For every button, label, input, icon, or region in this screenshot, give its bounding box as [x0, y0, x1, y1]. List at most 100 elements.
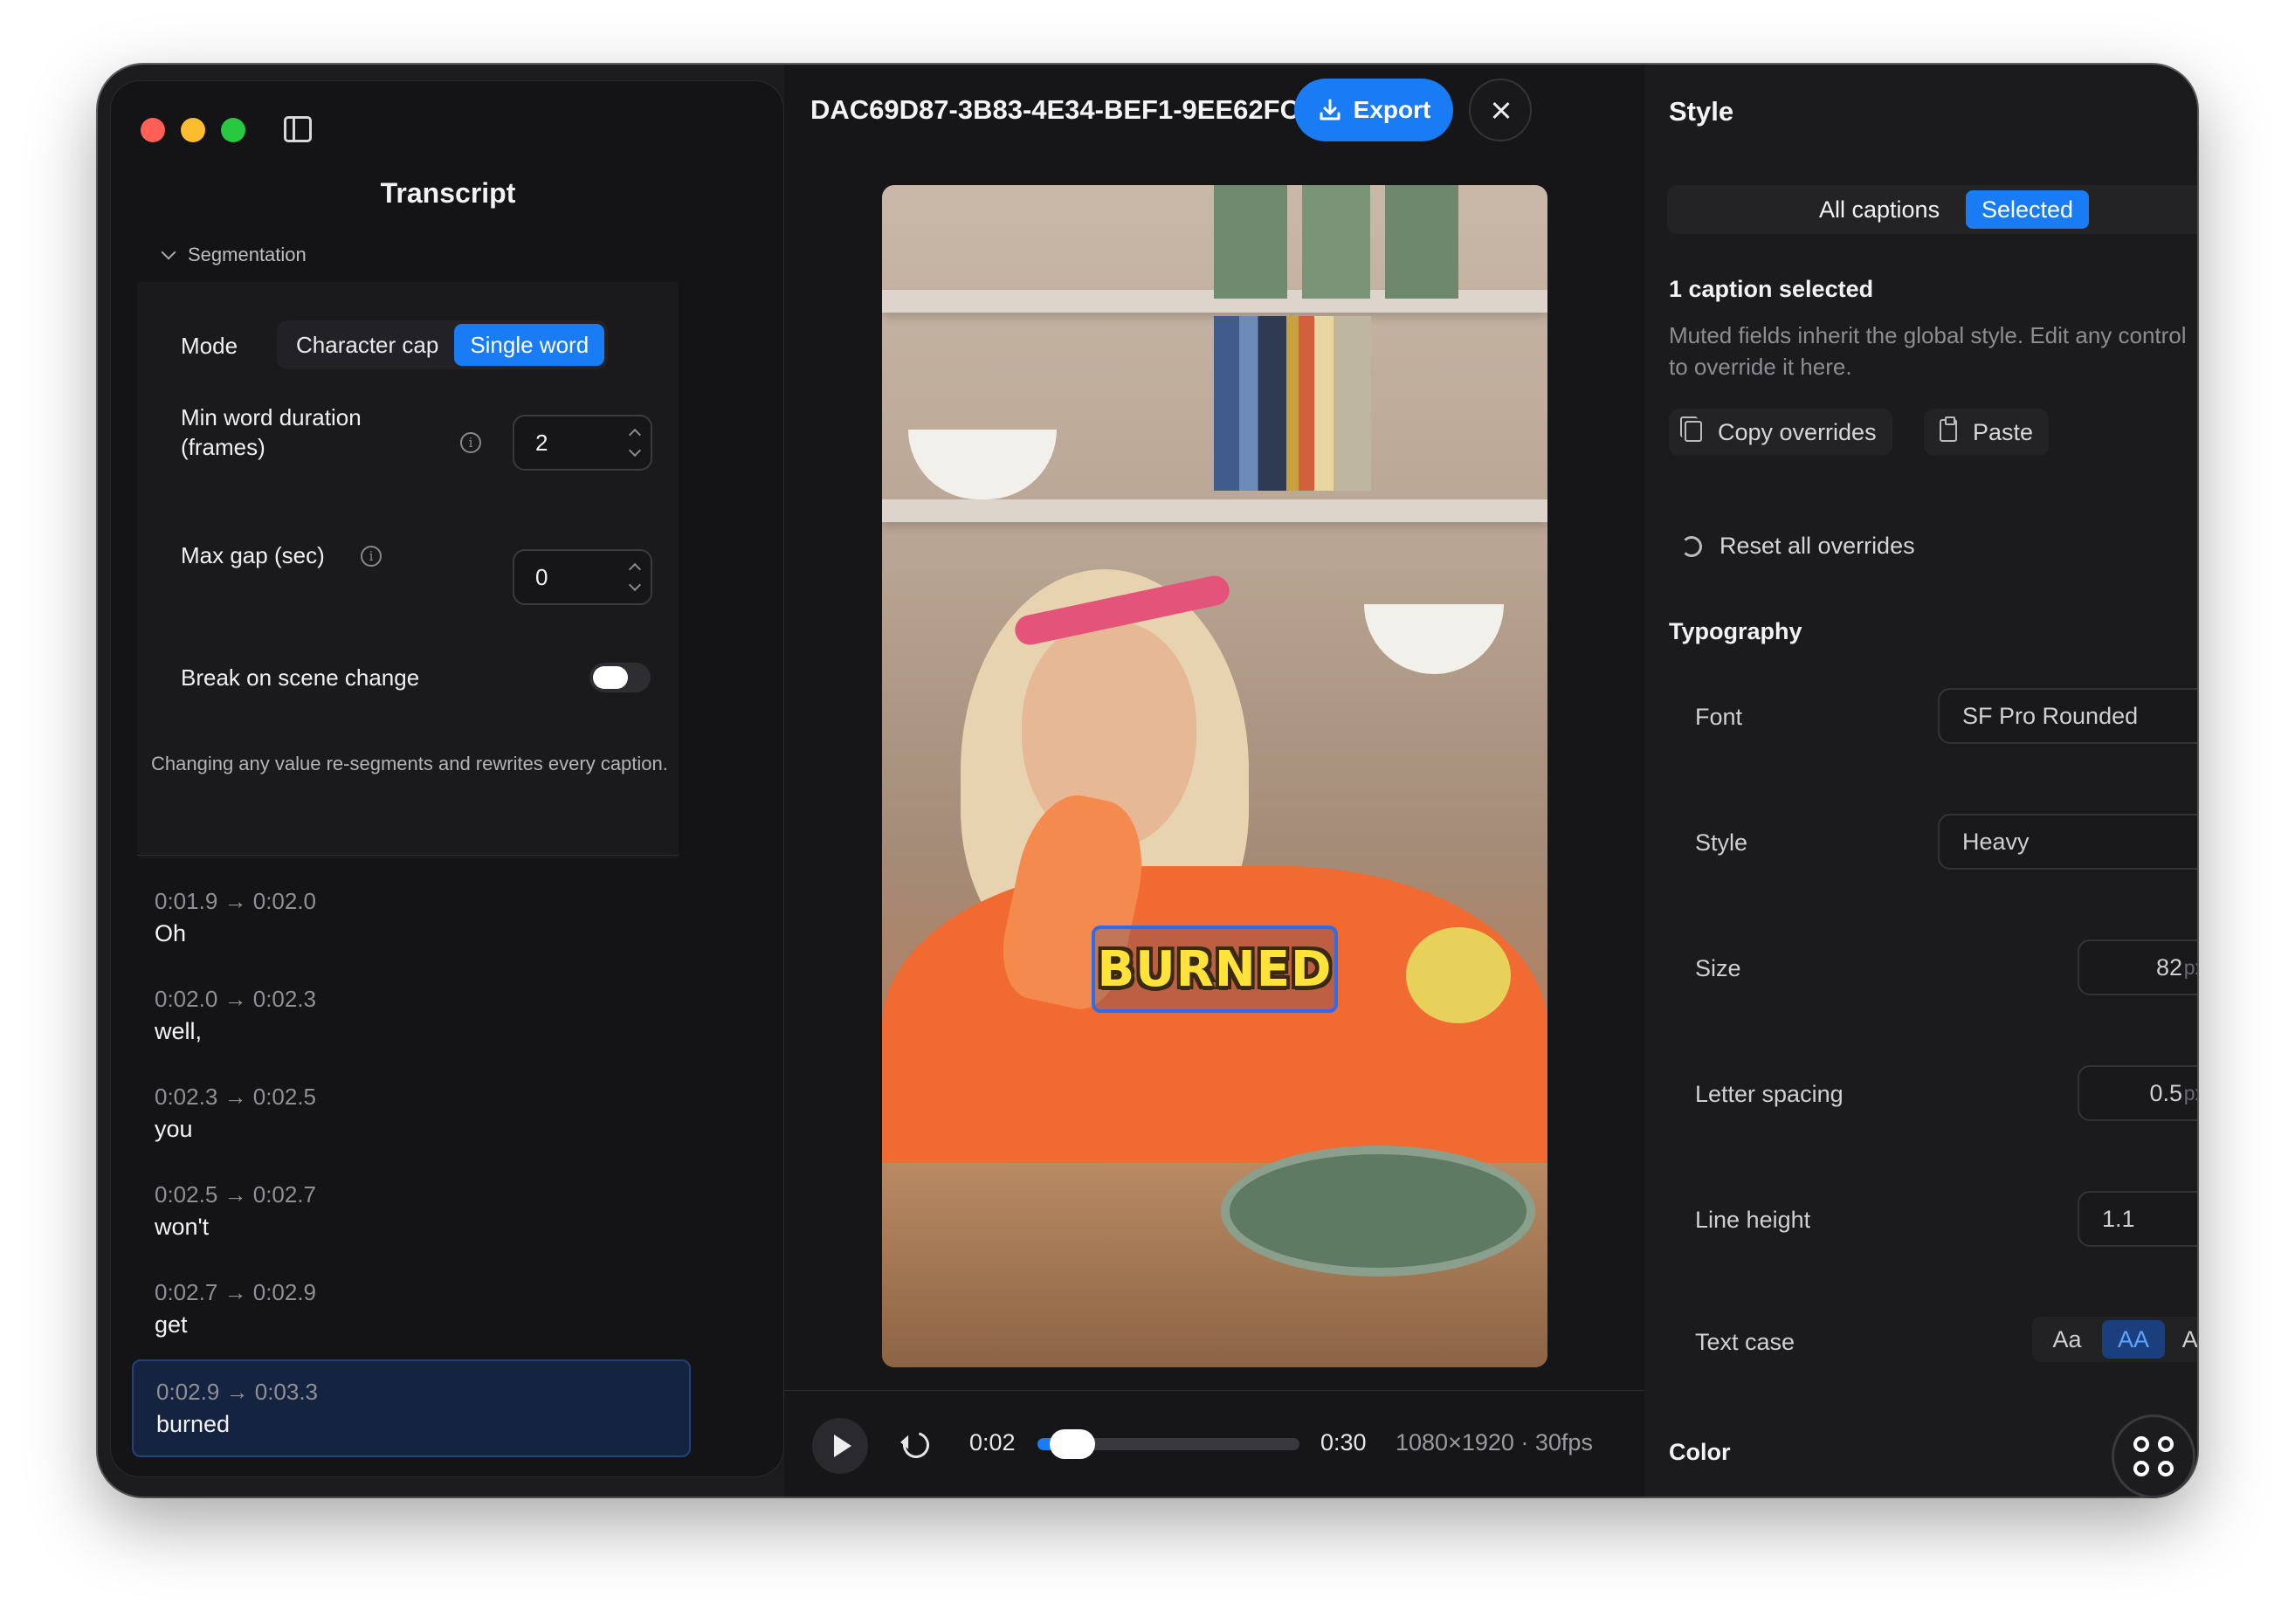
info-icon[interactable]: i — [361, 546, 382, 567]
command-icon — [2133, 1436, 2149, 1452]
command-icon-part — [2133, 1461, 2149, 1476]
caption-time: 0:02.0 → 0:02.3 — [155, 986, 317, 1012]
paste-button[interactable]: Paste — [1924, 409, 2050, 456]
break-scene-toggle[interactable] — [589, 663, 651, 692]
color-heading: Color — [1669, 1439, 1731, 1465]
transcript-sidebar: Transcript Segmentation Mode Character c… — [110, 80, 784, 1477]
size-value[interactable]: 82 — [2156, 941, 2182, 994]
mode-option-single-word[interactable]: Single word — [454, 324, 605, 366]
sidebar-toggle-icon[interactable] — [284, 116, 312, 142]
caption-list-item[interactable]: 0:02.7 → 0:02.9 get — [132, 1262, 691, 1359]
bowl — [908, 430, 1057, 499]
segmentation-header: Segmentation — [188, 244, 307, 265]
caption-list: 0:01.9 → 0:02.0 Oh 0:02.0 → 0:02.3 well, 0:0… — [132, 870, 691, 1476]
play-button[interactable] — [812, 1418, 868, 1474]
letter-spacing-unit: px — [2183, 1082, 2197, 1104]
scope-selected[interactable]: Selected — [1966, 190, 2090, 229]
caption-list-item[interactable]: 0:01.9 → 0:02.0 Oh — [132, 870, 691, 968]
copy-icon — [1680, 416, 1702, 442]
panel-title: Style — [1669, 96, 1734, 127]
max-gap-value[interactable]: 0 — [535, 551, 548, 603]
caption-word: burned — [156, 1411, 231, 1437]
style-label: Style — [1695, 829, 1748, 856]
line-height-label: Line height — [1695, 1207, 1811, 1233]
font-value: SF Pro Rounded — [1962, 703, 2139, 729]
letter-spacing-input[interactable]: 0.5 px — [2078, 1065, 2197, 1121]
max-gap-stepper[interactable]: 0 — [513, 549, 652, 605]
min-word-duration-label: Min word duration (frames) — [181, 403, 362, 462]
caption-list-item[interactable]: 0:02.9 → 0:03.3 burned — [132, 1359, 691, 1457]
text-case-option-title[interactable]: Aa — [2036, 1320, 2099, 1359]
caption-preview-text: BURNED — [1097, 940, 1333, 998]
text-case-option-sentence[interactable]: Aa. — [2168, 1320, 2197, 1359]
copy-overrides-label: Copy overrides — [1718, 419, 1877, 445]
caption-word: get — [155, 1311, 188, 1338]
reset-label: Reset all overrides — [1720, 533, 1915, 559]
style-panel: Style All captions Selected 1 caption se… — [1644, 65, 2197, 1497]
break-scene-label: Break on scene change — [181, 664, 420, 691]
caption-word: you — [155, 1116, 193, 1142]
line-height-value[interactable]: 1.1 — [2102, 1193, 2135, 1245]
font-label: Font — [1695, 704, 1743, 730]
segmentation-panel: Mode Character cap Single word Min word … — [137, 282, 679, 858]
pan — [1221, 1146, 1535, 1276]
reset-overrides-button[interactable]: Reset all overrides — [1681, 533, 1915, 560]
command-menu-button[interactable] — [2112, 1414, 2195, 1498]
scope-segmented-control: All captions Selected — [1667, 185, 2197, 234]
font-select[interactable]: SF Pro Rounded — [1938, 688, 2197, 744]
caption-time: 0:01.9 → 0:02.0 — [155, 888, 317, 914]
text-case-option-upper[interactable]: AA — [2102, 1320, 2165, 1359]
min-word-duration-stepper[interactable]: 2 — [513, 415, 652, 471]
app-window: Transcript Segmentation Mode Character c… — [98, 65, 2197, 1497]
max-gap-label: Max gap (sec) — [181, 542, 325, 568]
divider — [784, 1390, 1644, 1391]
typography-heading: Typography — [1669, 618, 1802, 644]
caption-list-item[interactable]: 0:02.0 → 0:02.3 well, — [132, 968, 691, 1066]
mode-label: Mode — [181, 333, 238, 359]
zoom-window-button[interactable] — [221, 118, 245, 142]
caption-overlay[interactable]: BURNED — [1092, 926, 1338, 1013]
text-case-segmented-control: Aa AA Aa. — [2032, 1317, 2197, 1362]
stepper-arrows-icon[interactable] — [628, 427, 642, 458]
scope-all-captions[interactable]: All captions — [1803, 190, 1955, 229]
command-icon-part — [2158, 1436, 2174, 1452]
replay-icon[interactable] — [898, 1427, 934, 1463]
line-height-input[interactable]: 1.1 — [2078, 1191, 2197, 1247]
info-icon[interactable]: i — [460, 432, 481, 453]
caption-list-item[interactable]: 0:02.5 → 0:02.7 won't — [132, 1164, 691, 1262]
text-case-label: Text case — [1695, 1329, 1795, 1355]
close-icon[interactable] — [1469, 79, 1532, 141]
size-input[interactable]: 82 px — [2078, 939, 2197, 995]
bowl — [1364, 604, 1504, 674]
min-word-duration-value[interactable]: 2 — [535, 416, 548, 469]
caption-time: 0:02.5 → 0:02.7 — [155, 1181, 317, 1208]
stepper-arrows-icon[interactable] — [628, 561, 642, 593]
copy-overrides-button[interactable]: Copy overrides — [1669, 409, 1892, 456]
close-window-button[interactable] — [141, 118, 165, 142]
mode-option-character-cap[interactable]: Character cap — [280, 324, 454, 366]
scrubber-knob[interactable] — [1050, 1429, 1095, 1459]
sidebar-title: Transcript — [380, 177, 516, 209]
min-word-duration-label-line1: Min word duration — [181, 404, 362, 430]
jars — [1214, 185, 1458, 299]
style-select[interactable]: Heavy — [1938, 814, 2197, 870]
segmentation-disclosure[interactable]: Segmentation — [161, 244, 307, 266]
chevron-down-icon — [161, 244, 176, 260]
preview-area: DAC69D87-3B83-4E34-BEF1-9EE62FCD7... Exp… — [784, 65, 1644, 1497]
minimize-window-button[interactable] — [181, 118, 205, 142]
caption-word: well, — [155, 1018, 203, 1044]
export-button[interactable]: Export — [1294, 79, 1453, 141]
reset-icon — [1681, 536, 1702, 557]
scrubber[interactable] — [1037, 1429, 1299, 1459]
caption-word: Oh — [155, 920, 187, 946]
caption-list-item[interactable]: 0:02.3 → 0:02.5 you — [132, 1066, 691, 1164]
video-preview[interactable]: BURNED — [882, 185, 1547, 1367]
total-time: 0:30 — [1320, 1429, 1367, 1455]
selection-heading: 1 caption selected — [1669, 276, 1874, 302]
letter-spacing-value[interactable]: 0.5 — [2149, 1067, 2182, 1119]
size-label: Size — [1695, 955, 1741, 981]
paste-icon — [1940, 416, 1957, 442]
caption-list-item[interactable]: 0:03.3 → 0:03.4 — [132, 1457, 691, 1476]
resolution-info: 1080×1920 · 30fps — [1396, 1429, 1593, 1455]
divider — [137, 855, 679, 856]
